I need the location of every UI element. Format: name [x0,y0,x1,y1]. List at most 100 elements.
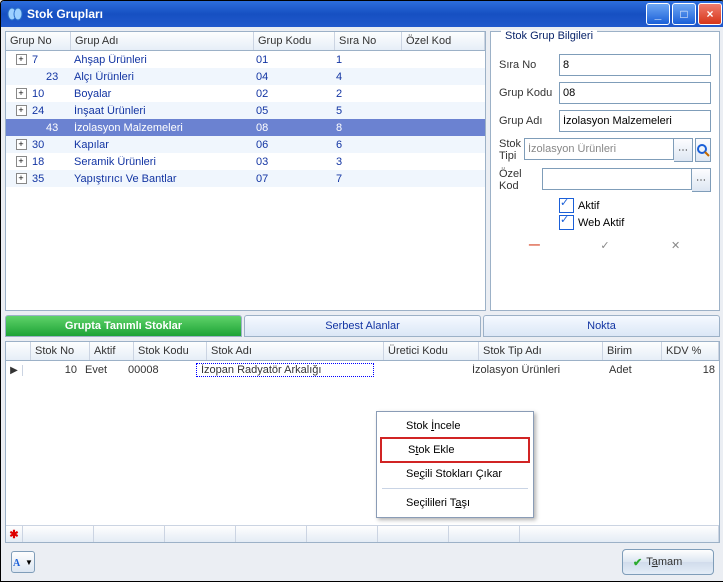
menu-secilileri-tasi[interactable]: Seçilileri Taşı [380,492,530,514]
context-menu[interactable]: Stok İncele Stok Ekle Seçili Stokları Çı… [376,411,534,518]
ozel-ellipsis-button[interactable]: ⋯ [692,168,711,192]
th-grup-no[interactable]: Grup No [6,32,71,50]
gh-aktif[interactable]: Aktif [90,342,134,360]
chevron-down-icon: ▼ [25,558,33,567]
cell-grup-adi: Boyalar [70,88,252,100]
cell-grup-kodu: 01 [252,54,332,66]
client-area: Grup No Grup Adı Grup Kodu Sıra No Özel … [1,27,723,581]
input-adi[interactable] [559,110,711,132]
cell-sira-no: 5 [332,105,398,117]
expander-icon[interactable]: + [14,88,28,99]
input-sira[interactable] [559,54,711,76]
combo-stok-tipi[interactable]: ⋯ [524,138,693,162]
cell-grup-kodu: 08 [252,122,332,134]
chk-aktif-label: Aktif [578,200,599,212]
cell-grup-no: 18 [32,156,44,168]
confirm-icon[interactable]: ✓ [596,236,614,254]
tree-header: Grup No Grup Adı Grup Kodu Sıra No Özel … [6,32,485,51]
lbl-tipi: Stok Tipi [499,138,524,162]
chk-aktif-row[interactable]: Aktif [559,198,711,213]
cell-sira-no: 1 [332,54,398,66]
ok-button[interactable]: ✔ Tamam [622,549,714,575]
tab-nokta[interactable]: Nokta [483,315,720,337]
th-grup-adi[interactable]: Grup Adı [71,32,254,50]
chk-web-icon[interactable] [559,215,574,230]
tree-row[interactable]: +24İnşaat Ürünleri055 [6,102,485,119]
tools-dropdown-button[interactable]: A ▼ [11,551,35,573]
menu-stok-ekle[interactable]: Stok Ekle [380,437,530,463]
find-icon[interactable] [695,138,711,162]
th-sira-no[interactable]: Sıra No [335,32,402,50]
window-title: Stok Grupları [27,7,646,21]
expander-icon[interactable]: + [14,139,28,150]
table-row[interactable]: ▶ 10 Evet 00008 İzopan Radyatör Arkalığı… [6,361,719,379]
tree-panel[interactable]: Grup No Grup Adı Grup Kodu Sıra No Özel … [5,31,486,311]
window-frame: Stok Grupları _ □ × Grup No Grup Adı Gru… [0,0,723,582]
tree-row[interactable]: 23Alçı Ürünleri044 [6,68,485,85]
gh-stokkodu[interactable]: Stok Kodu [134,342,207,360]
tree-row[interactable]: 43İzolasyon Malzemeleri088 [6,119,485,136]
grid-body[interactable]: ▶ 10 Evet 00008 İzopan Radyatör Arkalığı… [6,361,719,525]
menu-secili-cikar[interactable]: Seçili Stokları Çıkar [380,463,530,485]
tree-row[interactable]: +30Kapılar066 [6,136,485,153]
gh-birim[interactable]: Birim [603,342,662,360]
expander-icon[interactable]: + [14,54,28,65]
expander-icon[interactable]: + [14,105,28,116]
cell-grup-no: 10 [32,88,44,100]
gh-stokadi[interactable]: Stok Adı [207,342,384,360]
gh-uretici[interactable]: Üretici Kodu [384,342,479,360]
cell-grup-kodu: 05 [252,105,332,117]
cell-tipadi: İzolasyon Ürünleri [468,364,605,376]
cell-grup-kodu: 02 [252,88,332,100]
action-bar: — ✓ ✕ [499,236,711,254]
status-cell [23,526,94,542]
input-ozel[interactable] [542,168,692,190]
gh-stokno[interactable]: Stok No [31,342,90,360]
gh-indicator [6,342,31,360]
cancel-icon[interactable]: ✕ [667,236,685,254]
cell-stokadi[interactable]: İzopan Radyatör Arkalığı [196,363,374,377]
footer: A ▼ ✔ Tamam [5,547,720,577]
input-tipi[interactable] [524,138,674,160]
titlebar[interactable]: Stok Grupları _ □ × [1,1,723,27]
cell-grup-adi: Kapılar [70,139,252,151]
status-marker-icon: ✱ [6,526,23,542]
menu-stok-incele[interactable]: Stok İncele [380,415,530,437]
maximize-button[interactable]: □ [672,3,696,25]
tree-row[interactable]: +10Boyalar022 [6,85,485,102]
tab-grupta-tanimli[interactable]: Grupta Tanımlı Stoklar [5,315,242,337]
status-cell [94,526,165,542]
svg-text:A: A [13,558,21,567]
input-kodu[interactable] [559,82,711,104]
font-icon: A [13,557,23,567]
cell-grup-adi: İzolasyon Malzemeleri [70,122,252,134]
th-ozel-kod[interactable]: Özel Kod [402,32,485,50]
minimize-button[interactable]: _ [646,3,670,25]
cell-grup-no: 43 [46,122,58,134]
expander-icon[interactable]: + [14,156,28,167]
tree-row[interactable]: +18Seramik Ürünleri033 [6,153,485,170]
th-grup-kodu[interactable]: Grup Kodu [254,32,335,50]
tab-serbest-alanlar[interactable]: Serbest Alanlar [244,315,481,337]
status-cell [165,526,236,542]
lbl-kodu: Grup Kodu [499,87,559,99]
gh-kdv[interactable]: KDV % [662,342,719,360]
chk-web-label: Web Aktif [578,217,624,229]
cell-stokkodu: 00008 [124,364,196,376]
expander-icon[interactable]: + [14,173,28,184]
lbl-sira: Sıra No [499,59,559,71]
cell-grup-adi: İnşaat Ürünleri [70,105,252,117]
combo-ozel-kod[interactable]: ⋯ [542,168,711,192]
cell-grup-adi: Ahşap Ürünleri [70,54,252,66]
gh-tipadi[interactable]: Stok Tip Adı [479,342,603,360]
delete-icon[interactable]: — [525,236,543,254]
tree-row[interactable]: +7Ahşap Ürünleri011 [6,51,485,68]
info-legend: Stok Grup Bilgileri [501,30,597,42]
close-button[interactable]: × [698,3,722,25]
tree-row[interactable]: +35Yapıştırıcı Ve Bantlar077 [6,170,485,187]
cell-sira-no: 4 [332,71,398,83]
chk-web-row[interactable]: Web Aktif [559,215,711,230]
combo-ellipsis-button[interactable]: ⋯ [674,138,693,162]
cell-grup-kodu: 06 [252,139,332,151]
chk-aktif-icon[interactable] [559,198,574,213]
